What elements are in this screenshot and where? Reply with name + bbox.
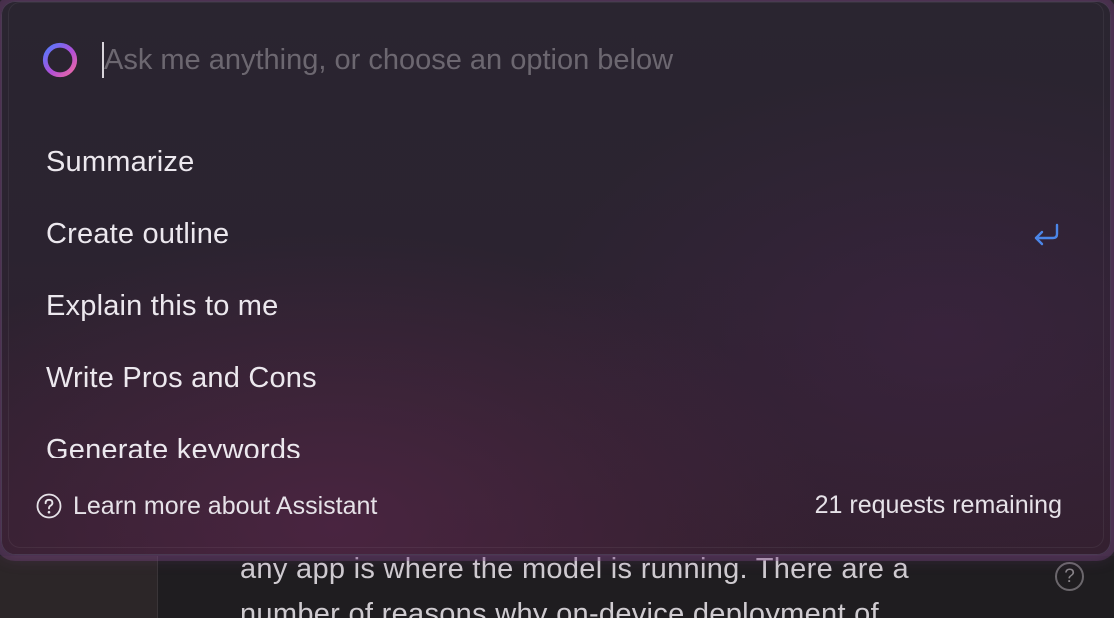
assistant-search-row bbox=[40, 38, 1070, 82]
assistant-orb-icon bbox=[42, 42, 78, 78]
assistant-footer: Learn more about Assistant 21 requests r… bbox=[2, 482, 1110, 530]
learn-more-text: Learn more about Assistant bbox=[73, 491, 378, 520]
return-arrow-icon bbox=[1034, 223, 1059, 246]
app-window: any app is where the model is running. T… bbox=[0, 0, 1114, 618]
document-text-line: number of reasons why on-device deployme… bbox=[240, 598, 879, 618]
option-label: Explain this to me bbox=[46, 290, 279, 322]
question-circle-icon bbox=[36, 493, 62, 519]
option-label: Create outline bbox=[46, 218, 230, 250]
option-label: Generate keywords bbox=[46, 434, 301, 458]
option-explain[interactable]: Explain this to me bbox=[2, 272, 1110, 344]
assistant-panel: Summarize Create outline Explain this to… bbox=[1, 1, 1111, 555]
requests-remaining: 21 requests remaining bbox=[814, 491, 1062, 519]
document-text-line: any app is where the model is running. T… bbox=[240, 553, 909, 585]
help-glyph: ? bbox=[1064, 566, 1075, 587]
text-caret bbox=[102, 42, 104, 78]
option-label: Write Pros and Cons bbox=[46, 362, 317, 394]
background-sidebar bbox=[0, 556, 158, 618]
learn-more-link[interactable]: Learn more about Assistant bbox=[36, 490, 377, 522]
assistant-options-list: Summarize Create outline Explain this to… bbox=[2, 128, 1110, 458]
assistant-search-input[interactable] bbox=[102, 38, 1044, 82]
option-label: Summarize bbox=[46, 146, 195, 178]
option-pros-cons[interactable]: Write Pros and Cons bbox=[2, 344, 1110, 416]
option-create-outline[interactable]: Create outline bbox=[2, 200, 1110, 272]
help-button[interactable]: ? bbox=[1055, 562, 1084, 591]
option-generate-keywords[interactable]: Generate keywords bbox=[2, 416, 1110, 458]
option-summarize[interactable]: Summarize bbox=[2, 128, 1110, 200]
